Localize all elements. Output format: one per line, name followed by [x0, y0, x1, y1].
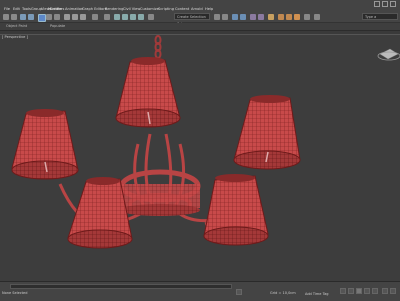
unlink-icon[interactable]: [28, 14, 34, 20]
align-icon[interactable]: [222, 14, 228, 20]
workspace-icon[interactable]: [304, 14, 310, 20]
spinner-snap-icon[interactable]: [138, 14, 144, 20]
select-region-icon[interactable]: [54, 14, 60, 20]
chain: [154, 35, 162, 59]
undo-icon[interactable]: [3, 14, 9, 20]
orbit-icon[interactable]: [390, 288, 396, 294]
search-input[interactable]: Type a: [362, 13, 398, 20]
link-icon[interactable]: [20, 14, 26, 20]
material-editor-icon[interactable]: [268, 14, 274, 20]
layer-explorer-icon[interactable]: [232, 14, 238, 20]
shade-left: [11, 109, 79, 180]
shade-bottom-right: [203, 174, 269, 246]
zoom-icon[interactable]: [382, 288, 388, 294]
populate-tab[interactable]: Populate: [50, 23, 65, 30]
goto-start-icon[interactable]: [340, 288, 346, 294]
lock-selection-icon[interactable]: [236, 289, 242, 295]
pivot-icon[interactable]: [104, 14, 110, 20]
mirror-icon[interactable]: [214, 14, 220, 20]
prev-frame-icon[interactable]: [348, 288, 354, 294]
scale-icon[interactable]: [80, 14, 86, 20]
rendered-frame-icon[interactable]: [286, 14, 292, 20]
angle-snap-icon[interactable]: [122, 14, 128, 20]
toggle-ribbon-icon[interactable]: [240, 14, 246, 20]
play-icon[interactable]: [356, 288, 362, 294]
render-icon[interactable]: [294, 14, 300, 20]
schematic-view-icon[interactable]: [258, 14, 264, 20]
select-object-icon[interactable]: [38, 14, 46, 22]
selection-status: None Selected: [2, 291, 28, 295]
redo-icon[interactable]: [11, 14, 17, 20]
move-icon[interactable]: [64, 14, 70, 20]
viewcube-icon[interactable]: [377, 48, 400, 61]
render-setup-icon[interactable]: [278, 14, 284, 20]
add-time-tag-button[interactable]: Add Time Tag: [305, 292, 329, 296]
snap-icon[interactable]: [114, 14, 120, 20]
sub-toolbar: Object Paint Populate: [0, 23, 400, 31]
reference-coords-icon[interactable]: [92, 14, 98, 20]
next-frame-icon[interactable]: [364, 288, 370, 294]
goto-end-icon[interactable]: [372, 288, 378, 294]
grid-readout: Grid = 10,0cm: [270, 291, 296, 295]
selection-set-dropdown[interactable]: Create Selection Set: [174, 13, 210, 26]
project-icon[interactable]: [314, 14, 320, 20]
rotate-icon[interactable]: [72, 14, 78, 20]
percent-snap-icon[interactable]: [130, 14, 136, 20]
curve-editor-icon[interactable]: [250, 14, 256, 20]
time-slider[interactable]: [10, 284, 232, 289]
object-paint-tab[interactable]: Object Paint: [6, 23, 27, 30]
edit-named-selection-icon[interactable]: [148, 14, 154, 20]
chandelier-wireframe: [11, 35, 400, 249]
center-ring: [119, 169, 201, 216]
select-by-name-icon[interactable]: [46, 14, 52, 20]
